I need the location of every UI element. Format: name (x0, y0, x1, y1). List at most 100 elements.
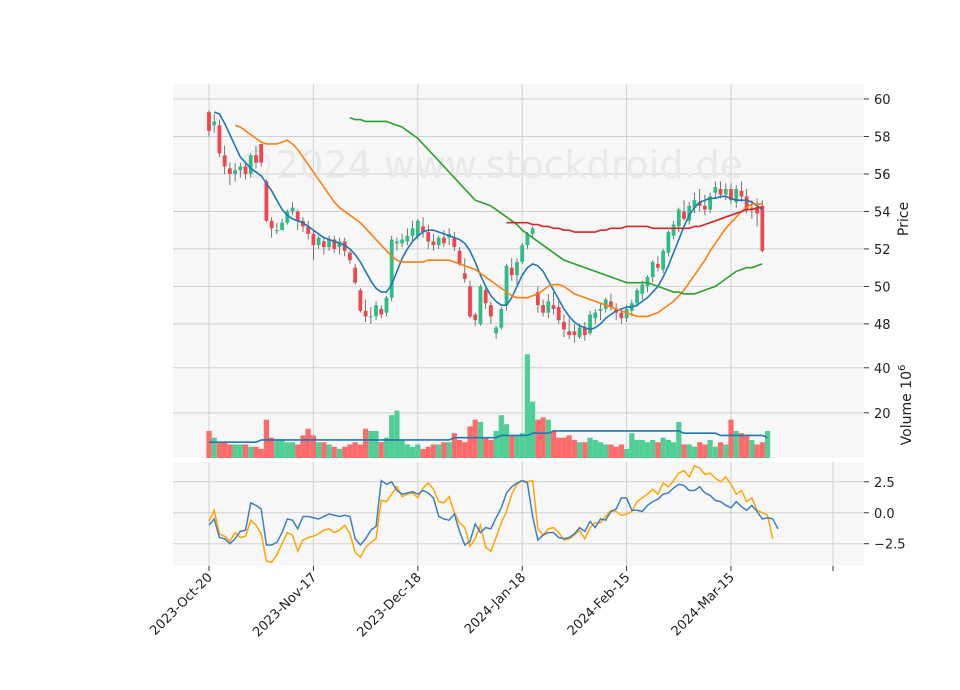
volume-bar-down (582, 442, 588, 458)
xtick-label: 2024-Feb-15 (565, 570, 634, 639)
volume-bar-up (629, 433, 635, 458)
price-ytick-label: 48 (874, 318, 891, 333)
candle-up (593, 312, 598, 319)
volume-bar-up (399, 439, 405, 458)
volume-bar-down (566, 435, 572, 458)
volume-bar-down (571, 439, 577, 458)
volume-bar-down (754, 444, 760, 458)
volume-bar-down (321, 442, 327, 458)
volume-bar-down (310, 435, 316, 458)
volume-bar-down (378, 442, 384, 458)
volume-bar-down (352, 442, 358, 458)
volume-bar-up (545, 419, 551, 458)
volume-bar-up (597, 442, 604, 458)
volume-bar-down (357, 444, 363, 458)
volume-ytick-label: 40 (874, 362, 891, 377)
volume-bar-down (206, 430, 212, 458)
candle-down (462, 273, 467, 279)
candle-up (661, 250, 666, 270)
volume-bar-down (430, 444, 437, 458)
volume-bar-up (232, 444, 238, 458)
candle-down (379, 308, 384, 315)
candle-down (551, 305, 556, 309)
candle-up (671, 224, 676, 236)
volume-bar-down (759, 442, 765, 458)
candle-up (666, 232, 671, 253)
volume-bar-up (514, 435, 520, 458)
volume-bar-down (222, 442, 228, 458)
candle-up (316, 237, 321, 246)
candle-down (442, 237, 446, 244)
candle-up (410, 228, 415, 236)
candle-down (488, 305, 493, 317)
price-ytick-label: 60 (874, 93, 891, 108)
oscillator-ytick-label: 2.5 (874, 476, 895, 491)
volume-bar-up (764, 430, 771, 458)
volume-ytick-label: 20 (874, 407, 891, 422)
candle-down (562, 322, 566, 330)
volume-bar-down (441, 442, 447, 458)
volume-bar-down (550, 430, 557, 458)
volume-axis-label: Volume 106 (897, 365, 915, 446)
volume-bar-down (540, 417, 546, 458)
candle-up (238, 166, 243, 171)
volume-bar-up (237, 444, 243, 458)
volume-bar-up (368, 430, 374, 458)
candle-down (703, 205, 707, 210)
volume-bar-up (279, 439, 285, 458)
volume-bar-up (415, 444, 421, 458)
volume-bar-up (712, 446, 718, 458)
candle-up (436, 237, 441, 246)
volume-bar-up (577, 442, 583, 458)
xtick-label: 2023-Nov-17 (250, 570, 320, 640)
candle-down (207, 112, 211, 131)
volume-bar-down (263, 419, 270, 458)
volume-bar-up (284, 442, 290, 458)
candle-up (368, 316, 373, 318)
candle-up (400, 239, 405, 244)
candle-up (374, 305, 378, 317)
candle-up (588, 314, 592, 334)
candle-down (217, 125, 222, 154)
volume-bar-up (289, 442, 296, 458)
candle-down (269, 220, 274, 229)
xtick-label: 2023-Oct-20 (147, 570, 215, 638)
volume-bar-up (749, 439, 755, 458)
volume-bar-down (420, 448, 426, 458)
candle-down (363, 310, 368, 317)
candle-down (619, 312, 624, 319)
volume-bar-up (524, 354, 531, 458)
candle-down (473, 314, 478, 321)
candle-down (311, 233, 316, 246)
volume-bar-up (389, 415, 395, 458)
volume-axis-label-text: Volume (899, 389, 915, 446)
volume-bar-up (326, 444, 332, 458)
volume-bar-down (363, 428, 369, 458)
candle-down (509, 267, 514, 276)
candle-down (541, 305, 545, 313)
volume-bar-down (697, 442, 703, 458)
candle-down (468, 286, 472, 317)
volume-axis-label-exponent: 6 (897, 365, 908, 371)
candle-down (656, 263, 660, 268)
candle-up (577, 327, 582, 338)
volume-bar-up (650, 439, 656, 458)
xtick-label: 2023-Dec-18 (355, 570, 425, 640)
candle-up (233, 170, 237, 174)
volume-bar-up (644, 442, 651, 458)
candle-up (713, 187, 718, 193)
volume-bar-down (227, 444, 233, 458)
candle-down (739, 190, 744, 197)
candle-up (395, 241, 399, 244)
candle-down (457, 250, 462, 264)
volume-bar-down (472, 419, 478, 458)
volume-bar-down (456, 439, 463, 458)
candle-up (478, 286, 483, 324)
candle-down (348, 252, 352, 261)
volume-bar-down (216, 442, 223, 458)
candle-up (499, 308, 504, 328)
volume-bar-down (467, 426, 473, 458)
volume-bar-down (613, 446, 619, 458)
volume-bar-up (686, 444, 692, 458)
stock-chart: ©2024 www.stockdroid.de 48 50 52 54 56 58 60 20… (147, 84, 915, 640)
